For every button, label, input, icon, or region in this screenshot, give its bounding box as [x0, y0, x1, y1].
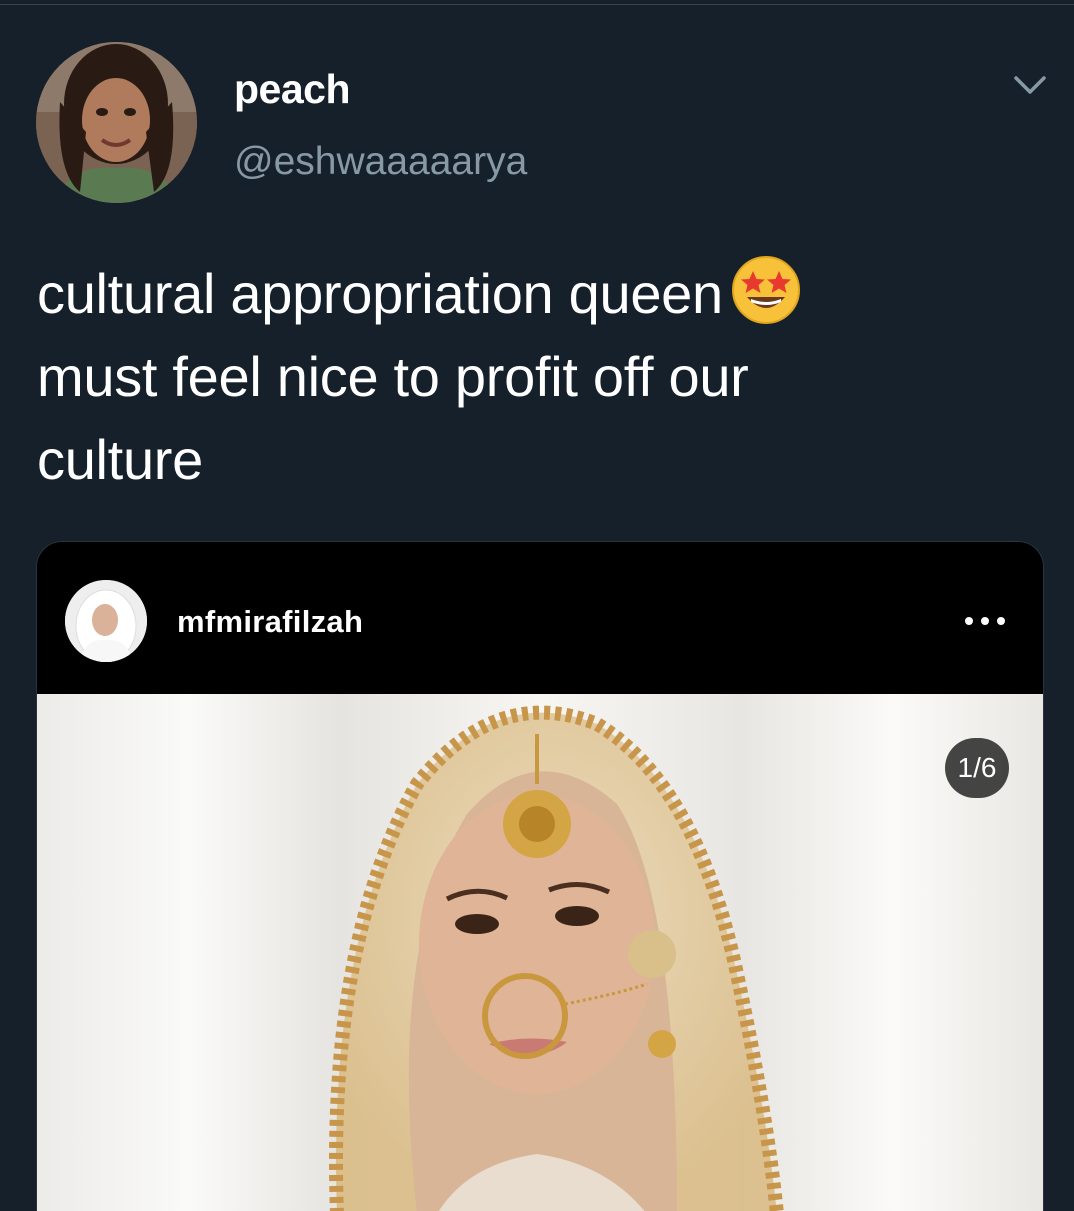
author-avatar-image [36, 42, 197, 203]
tweet-text-line-1: cultural appropriation queen [37, 262, 723, 325]
top-divider [0, 4, 1074, 5]
author-handle[interactable]: @eshwaaaaarya [234, 140, 527, 184]
more-dots-icon[interactable] [965, 608, 1007, 632]
tweet-text-line-3: culture [37, 428, 203, 491]
author-display-name[interactable]: peach [234, 66, 351, 113]
author-avatar[interactable] [36, 42, 197, 203]
tweet-text-line: cultural appropriation queen [37, 252, 1037, 335]
embedded-post-avatar[interactable] [65, 580, 147, 662]
embedded-post-username[interactable]: mfmirafilzah [177, 604, 363, 640]
bride-photo [37, 694, 1043, 1211]
image-counter-badge: 1/6 [945, 738, 1009, 798]
tweet-text-line-2: must feel nice to profit off our [37, 345, 749, 408]
star-struck-emoji-icon [729, 253, 803, 327]
chevron-down-icon[interactable] [1008, 66, 1052, 106]
tweet-text: cultural appropriation queen must feel n… [37, 252, 1037, 501]
embedded-post-image[interactable]: 1/6 [37, 694, 1043, 1211]
embedded-post-header: mfmirafilzah [37, 542, 1043, 694]
embedded-post-card[interactable]: mfmirafilzah 1/6 [36, 541, 1044, 1211]
